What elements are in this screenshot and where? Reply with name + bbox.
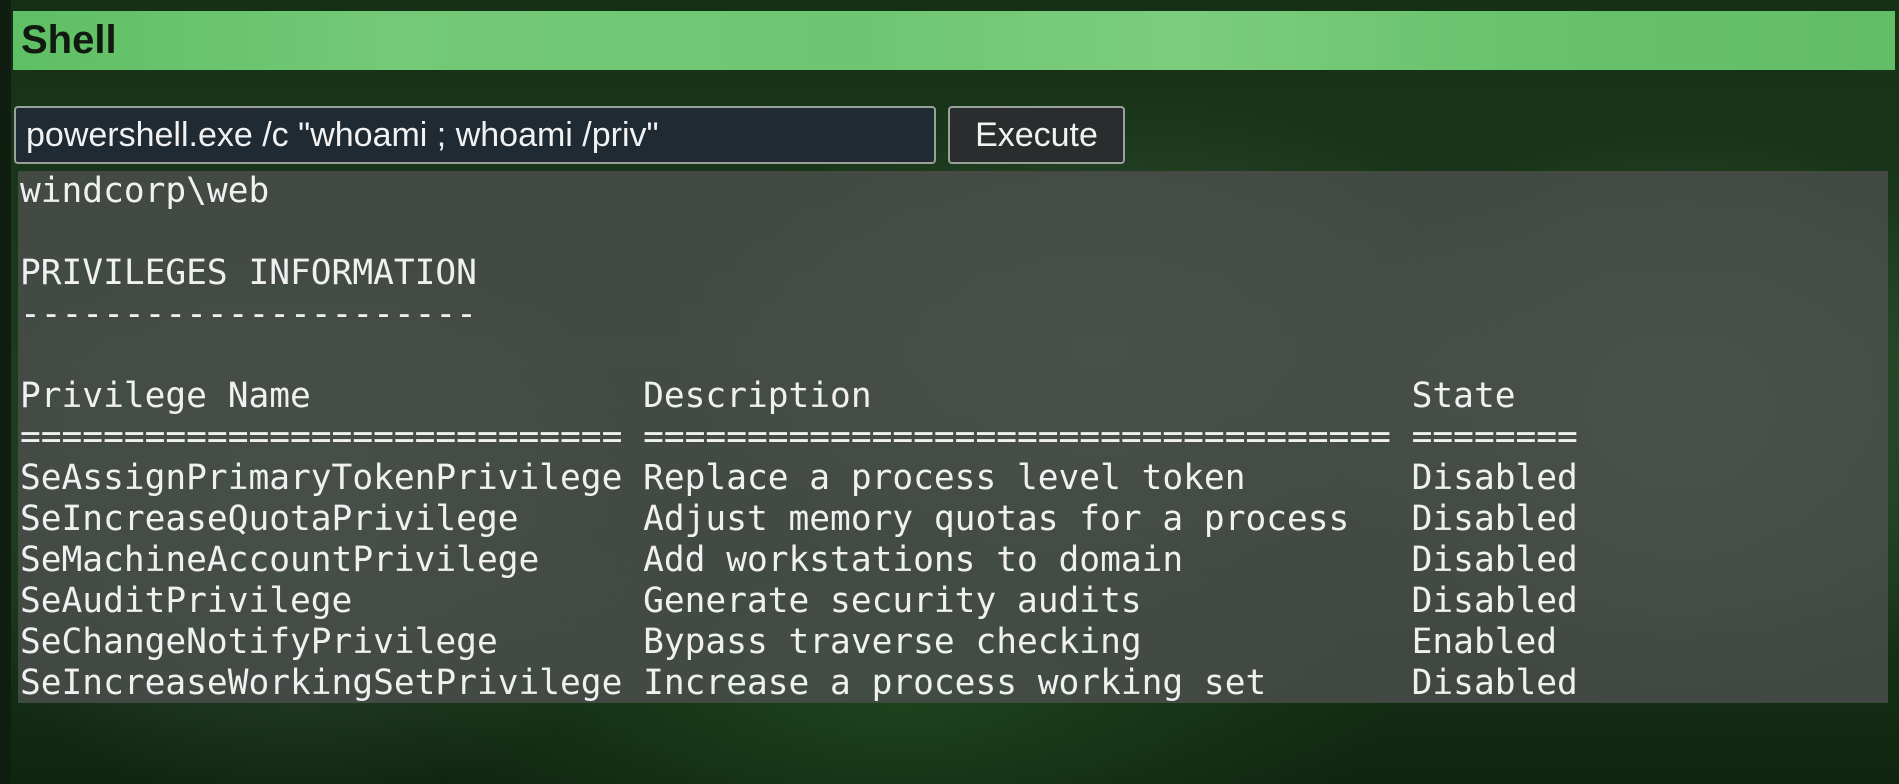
- window-left-edge: [0, 0, 11, 784]
- output-line: windcorp\web: [20, 171, 270, 211]
- output-line: SeIncreaseWorkingSetPrivilege Increase a…: [20, 663, 1578, 703]
- header-bar: Shell: [13, 11, 1895, 70]
- output-line: Privilege Name Description State: [20, 376, 1516, 416]
- output-line: SeMachineAccountPrivilege Add workstatio…: [20, 540, 1578, 580]
- output-line: SeChangeNotifyPrivilege Bypass traverse …: [20, 622, 1558, 662]
- output-line: SeAssignPrimaryTokenPrivilege Replace a …: [20, 458, 1578, 498]
- output-line: SeIncreaseQuotaPrivilege Adjust memory q…: [20, 499, 1578, 539]
- command-input[interactable]: [14, 106, 936, 164]
- execute-button[interactable]: Execute: [948, 106, 1125, 164]
- output-line: PRIVILEGES INFORMATION: [20, 253, 477, 293]
- output-line: ============================= ==========…: [20, 417, 1578, 457]
- output-line: ----------------------: [20, 294, 477, 334]
- page-title: Shell: [21, 18, 117, 62]
- command-output: windcorp\web PRIVILEGES INFORMATION ------…: [18, 171, 1888, 703]
- output-line: SeAuditPrivilege Generate security audit…: [20, 581, 1578, 621]
